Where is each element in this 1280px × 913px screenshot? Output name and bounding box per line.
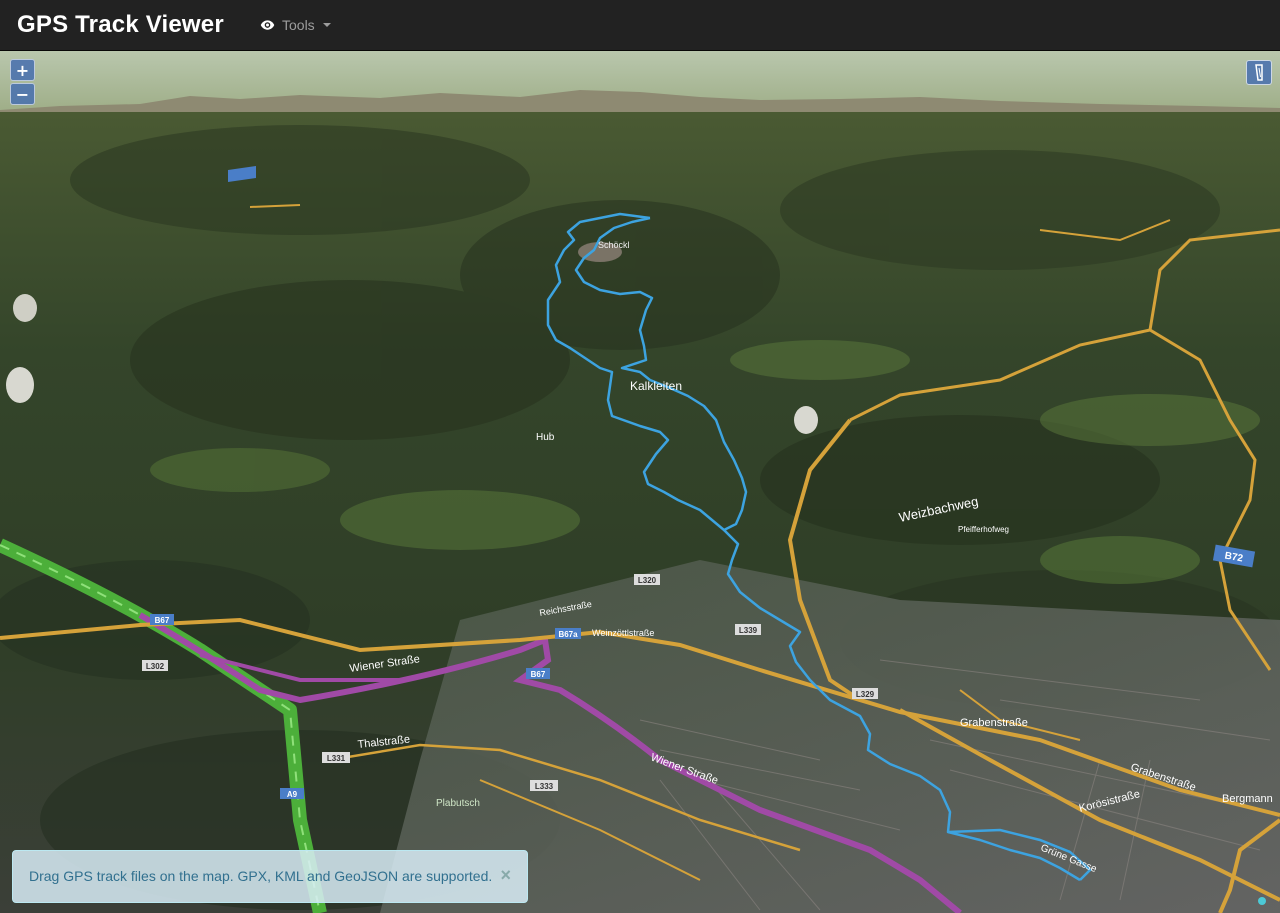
chevron-down-icon — [322, 23, 331, 27]
rock-patch — [13, 294, 37, 322]
drag-drop-notice: Drag GPS track files on the map. GPX, KM… — [12, 850, 528, 903]
map-label: Hub — [536, 432, 555, 443]
rock-patch — [794, 406, 818, 434]
zoom-in-button[interactable]: + — [10, 59, 35, 81]
navbar: GPS Track Viewer Tools — [0, 0, 1280, 51]
map-label: Schöckl — [598, 240, 630, 250]
notice-text: Drag GPS track files on the map. GPX, KM… — [29, 868, 493, 884]
app-title[interactable]: GPS Track Viewer — [17, 11, 224, 39]
terrain-map[interactable]: B67 B67a B67 B72 A9 L331 L333 L339 L320 … — [0, 51, 1280, 913]
road-label: L333 — [535, 782, 554, 791]
road-label: B67 — [155, 616, 170, 625]
close-icon[interactable]: × — [500, 866, 511, 884]
location-marker[interactable] — [1258, 897, 1266, 905]
map-label: Bergmann — [1222, 793, 1273, 805]
road-label: A9 — [287, 790, 298, 799]
road-label: L331 — [327, 754, 346, 763]
road-label: L320 — [638, 576, 657, 585]
tools-menu[interactable]: Tools — [260, 17, 331, 33]
eye-icon — [260, 20, 275, 30]
map-label: Pfeifferhofweg — [958, 525, 1009, 534]
road-label: B67a — [558, 630, 578, 639]
road-label: L339 — [739, 626, 758, 635]
road-label: L329 — [856, 690, 875, 699]
map-label: Kalkleiten — [630, 379, 682, 393]
tilt-button[interactable] — [1246, 60, 1272, 85]
zoom-out-button[interactable]: − — [10, 83, 35, 105]
map-label: Plabutsch — [436, 798, 480, 809]
road-label: L302 — [146, 662, 165, 671]
zoom-control: + − — [10, 59, 36, 105]
rotate-icon — [1255, 64, 1263, 81]
road-label: B67 — [531, 670, 546, 679]
map-label: Weinzöttlstraße — [592, 628, 654, 638]
map-view[interactable]: B67 B67a B67 B72 A9 L331 L333 L339 L320 … — [0, 51, 1280, 913]
rock-patch — [6, 367, 34, 403]
tools-label: Tools — [282, 17, 315, 33]
map-label: Grabenstraße — [960, 717, 1028, 729]
